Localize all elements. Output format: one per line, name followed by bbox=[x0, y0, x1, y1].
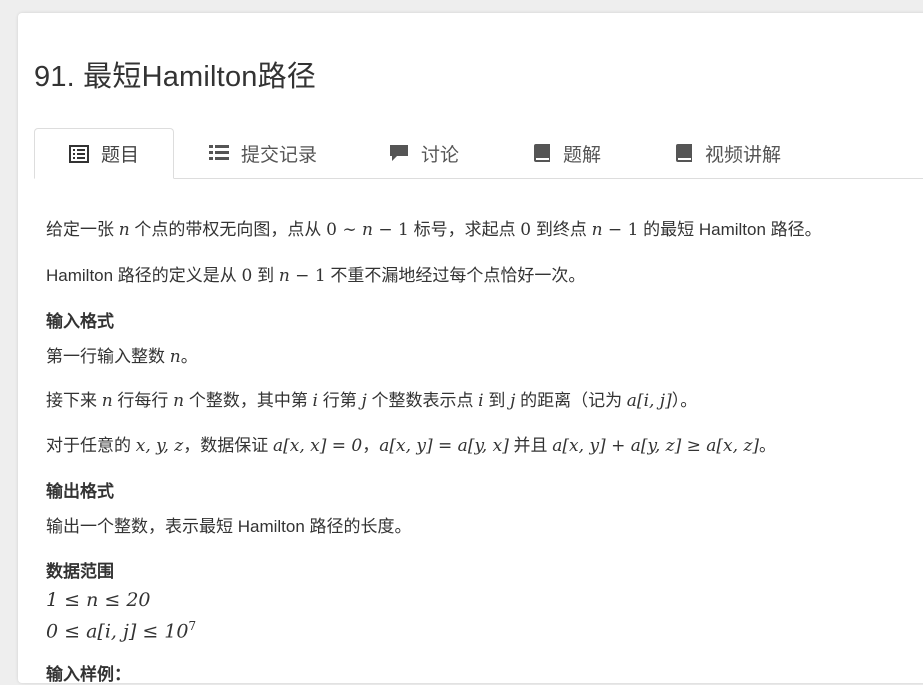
input-line-2: 接下来 n 行每行 n 个整数，其中第 i 行第 j 个整数表示点 i 到 j … bbox=[46, 391, 698, 411]
output-line-1: 输出一个整数，表示最短 Hamilton 路径的长度。 bbox=[46, 517, 412, 536]
input-sample-heading: 输入样例： bbox=[46, 665, 131, 684]
range-line-2: 0 ≤ a[i, j] ≤ 107 bbox=[46, 619, 197, 643]
range-line-1: 1 ≤ n ≤ 20 bbox=[46, 589, 151, 611]
list-icon bbox=[209, 145, 229, 160]
document-list-icon bbox=[69, 144, 89, 163]
tab-video[interactable]: 视频讲解 bbox=[675, 128, 781, 178]
data-range-heading: 数据范围 bbox=[46, 562, 114, 581]
tab-label: 视频讲解 bbox=[705, 144, 782, 166]
book-icon bbox=[676, 144, 692, 162]
tab-solutions[interactable]: 题解 bbox=[533, 128, 601, 178]
tab-bar: 题目 提交记录 讨论 题解 视频讲解 bbox=[34, 128, 923, 179]
page-title: 91. 最短Hamilton路径 bbox=[34, 61, 316, 93]
tab-label: 提交记录 bbox=[241, 144, 318, 166]
input-format-heading: 输入格式 bbox=[46, 312, 114, 331]
input-line-1: 第一行输入整数 n。 bbox=[46, 347, 198, 367]
tab-problem[interactable]: 题目 bbox=[34, 128, 174, 179]
tab-label: 题解 bbox=[563, 144, 602, 166]
output-format-heading: 输出格式 bbox=[46, 482, 114, 501]
tab-discussion[interactable]: 讨论 bbox=[389, 128, 459, 178]
book-icon bbox=[534, 144, 550, 162]
tab-submissions[interactable]: 提交记录 bbox=[209, 128, 317, 178]
tab-label: 题目 bbox=[101, 145, 140, 166]
statement-line-2: Hamilton 路径的定义是从 0 到 n − 1 不重不漏地经过每个点恰好一… bbox=[46, 266, 586, 286]
tab-label: 讨论 bbox=[421, 144, 460, 166]
comment-icon bbox=[390, 145, 408, 161]
input-line-3: 对于任意的 x, y, z，数据保证 a[x, x] = 0，a[x, y] =… bbox=[46, 436, 777, 456]
statement-line-1: 给定一张 n 个点的带权无向图，点从 0 ∼ n − 1 标号，求起点 0 到终… bbox=[46, 220, 822, 240]
